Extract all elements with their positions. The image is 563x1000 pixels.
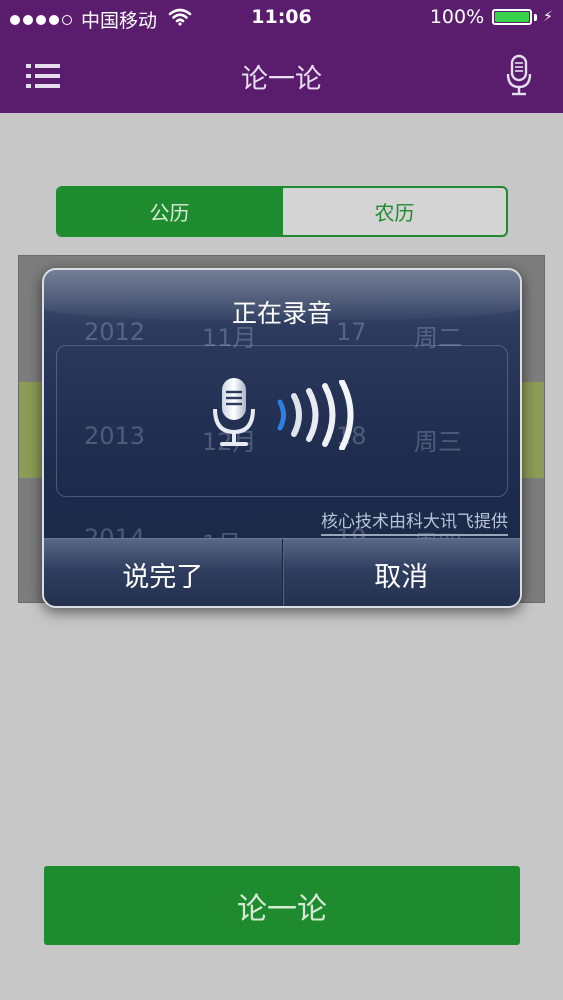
microphone-icon[interactable] <box>505 54 533 98</box>
sound-waves-icon <box>272 379 362 451</box>
credit-text: 核心技术由科大讯飞提供 <box>321 507 508 536</box>
discuss-button[interactable]: 论一论 <box>44 866 520 945</box>
done-button[interactable]: 说完了 <box>44 539 282 606</box>
microphone-icon <box>211 376 257 450</box>
dialog-title: 正在录音 <box>231 299 332 328</box>
tab-lunar-calendar[interactable]: 农历 <box>281 188 506 235</box>
page-title: 论一论 <box>241 64 322 95</box>
recording-dialog: 2012 11月 17 周二 2013 12月 18 周三 2014 1月 19… <box>42 268 522 608</box>
navigation-bar: 论一论 <box>0 38 563 113</box>
battery-area: 100% ⚡ <box>430 6 553 28</box>
tab-solar-calendar[interactable]: 公历 <box>58 188 281 235</box>
battery-icon <box>492 9 533 25</box>
battery-tip <box>534 13 538 21</box>
battery-percent: 100% <box>429 6 485 28</box>
charging-icon: ⚡ <box>543 9 553 25</box>
cancel-button[interactable]: 取消 <box>281 539 520 606</box>
calendar-type-segmented: 公历 农历 <box>56 186 508 237</box>
dialog-button-row: 说完了 取消 <box>44 538 520 606</box>
status-bar: 中国移动 11:06 100% ⚡ <box>0 0 563 38</box>
